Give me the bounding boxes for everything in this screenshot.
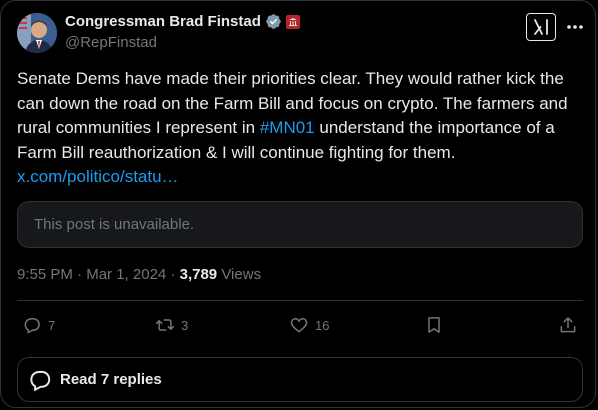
more-dots (567, 25, 583, 29)
reply-count: 7 (48, 317, 56, 333)
read-replies-label: Read 7 replies (60, 371, 162, 388)
more-options-icon[interactable] (563, 15, 587, 39)
read-replies-button[interactable]: Read 7 replies (17, 357, 583, 402)
share-button[interactable] (558, 315, 578, 335)
repost-button[interactable]: 3 (155, 315, 188, 335)
post-date[interactable]: Mar 1, 2024 (86, 266, 166, 283)
heart-icon (290, 317, 308, 333)
post-text: Senate Dems have made their priorities c… (17, 67, 583, 190)
external-link[interactable]: x.com/politico/statu… (17, 167, 179, 186)
like-button[interactable]: 16 (289, 315, 329, 335)
reply-button[interactable]: 7 (22, 315, 55, 335)
verified-badge-icon[interactable] (265, 13, 282, 30)
avatar[interactable] (17, 13, 57, 53)
us-congress-badge-icon[interactable] (285, 14, 300, 29)
author-handle[interactable]: @RepFinstad (65, 34, 157, 51)
bookmark-icon (428, 317, 440, 333)
quoted-post: This post is unavailable. (17, 201, 583, 248)
repost-count: 3 (181, 317, 189, 333)
grok-glyph (534, 19, 548, 35)
quoted-post-unavailable-text: This post is unavailable. (34, 216, 195, 233)
post-time[interactable]: 9:55 PM (17, 266, 73, 283)
views-count[interactable]: 3,789 (180, 266, 218, 283)
hashtag-link[interactable]: #MN01 (260, 118, 315, 137)
meta-separator: · (170, 266, 176, 283)
bookmark-button[interactable] (424, 315, 444, 335)
grok-icon[interactable] (526, 13, 556, 41)
avatar-photo (17, 13, 57, 53)
chat-bubble-glyph (30, 370, 51, 391)
post-meta: 9:55 PM · Mar 1, 2024 · 3,789 Views (17, 266, 261, 283)
author-display-name[interactable]: Congressman Brad Finstad (65, 13, 261, 30)
views-label: Views (221, 266, 262, 283)
share-icon (560, 317, 576, 333)
meta-separator: · (77, 266, 83, 283)
divider (17, 300, 583, 301)
post-card[interactable]: Congressman Brad Finstad @RepFinstad Sen… (0, 0, 596, 408)
chat-bubble-icon (26, 366, 54, 394)
author-name-row: Congressman Brad Finstad (65, 13, 300, 30)
reply-icon (24, 318, 40, 334)
repost-icon (155, 319, 175, 331)
like-count: 16 (315, 317, 330, 333)
